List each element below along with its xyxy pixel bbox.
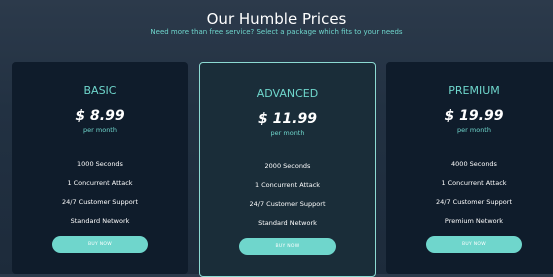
plan-feature: 4000 Seconds bbox=[451, 160, 497, 168]
plan-period: per month bbox=[83, 126, 117, 134]
plan-period: per month bbox=[457, 126, 491, 134]
plan-feature: 24/7 Customer Support bbox=[436, 198, 512, 206]
plan-card-basic: BASIC $ 8.99 per month 1000 Seconds 1 Co… bbox=[12, 62, 188, 274]
plan-card-advanced: ADVANCED $ 11.99 per month 2000 Seconds … bbox=[199, 62, 376, 277]
plan-price: $ 8.99 bbox=[75, 108, 125, 124]
plan-feature: 1 Concurrent Attack bbox=[67, 179, 133, 187]
plan-feature: 1000 Seconds bbox=[77, 160, 123, 168]
plan-price: $ 19.99 bbox=[444, 108, 504, 124]
buy-now-button-advanced[interactable]: BUY NOW bbox=[239, 238, 336, 255]
buy-now-button-basic[interactable]: BUY NOW bbox=[52, 236, 148, 253]
page-subtitle: Need more than free service? Select a pa… bbox=[150, 28, 403, 36]
page-title: Our Humble Prices bbox=[206, 10, 347, 28]
plan-feature: 2000 Seconds bbox=[264, 162, 311, 170]
buy-now-button-premium[interactable]: BUY NOW bbox=[426, 236, 522, 253]
plan-price: $ 11.99 bbox=[258, 111, 317, 127]
plan-feature: 24/7 Customer Support bbox=[249, 200, 326, 208]
plan-feature: 1 Concurrent Attack bbox=[441, 179, 507, 187]
plan-feature: Standard Network bbox=[258, 219, 317, 227]
plan-period: per month bbox=[270, 129, 305, 137]
plan-feature: 24/7 Customer Support bbox=[62, 198, 138, 206]
plan-feature: 1 Concurrent Attack bbox=[254, 181, 321, 189]
plan-name: BASIC bbox=[83, 84, 117, 97]
plan-feature: Standard Network bbox=[70, 217, 130, 225]
plan-card-premium: PREMIUM $ 19.99 per month 4000 Seconds 1… bbox=[386, 62, 553, 274]
plan-name: PREMIUM bbox=[448, 84, 500, 97]
plan-name: ADVANCED bbox=[256, 87, 319, 100]
plan-feature: Premium Network bbox=[444, 217, 504, 225]
